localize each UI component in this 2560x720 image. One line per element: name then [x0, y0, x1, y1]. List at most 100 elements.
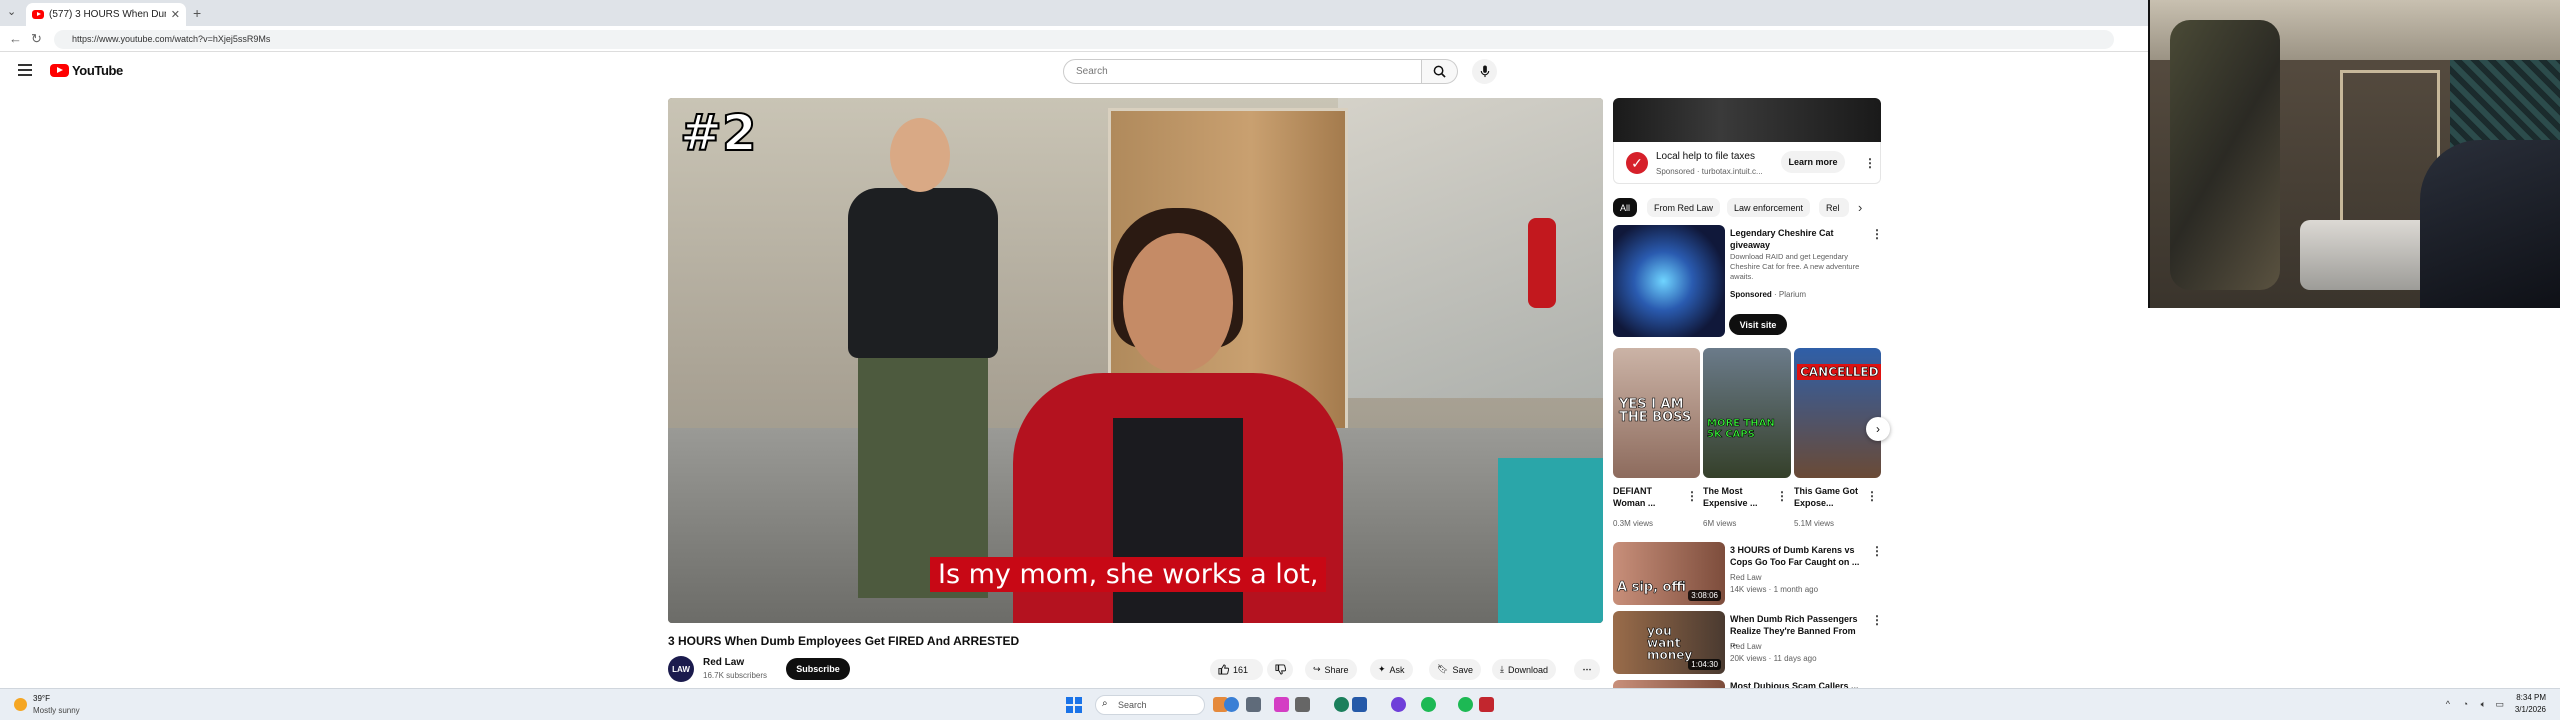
download-button[interactable]: ⤓ Download: [1492, 659, 1557, 680]
store-icon[interactable]: [1352, 697, 1367, 712]
chip-from-red-law[interactable]: From Red Law: [1647, 198, 1721, 217]
browser-tab-bar: ⌄ (577) 3 HOURS When Dumb E ✕ +: [0, 0, 2148, 26]
youtube-logo[interactable]: YouTube: [50, 63, 123, 78]
taskbar: 39°F Mostly sunny Search ⌕ ^ ◔ 🔈︎ ▭ 8:34…: [0, 688, 2560, 720]
search-button[interactable]: [1422, 59, 1458, 84]
share-button[interactable]: ↪ Share: [1305, 659, 1357, 680]
list-item-title-3[interactable]: Most Dubious Scam Callers ...: [1730, 680, 1865, 688]
short-title-2[interactable]: The Most Expensive ...: [1703, 485, 1769, 509]
youtube-favicon-icon: [32, 10, 44, 19]
network-icon[interactable]: ◔: [2463, 699, 2468, 709]
youtube-logo-icon: [50, 64, 69, 77]
thumbs-up-icon: [1218, 664, 1229, 675]
shorts-next-icon[interactable]: ›: [1866, 417, 1890, 441]
like-button[interactable]: 161: [1210, 659, 1263, 680]
video-subtitle: Is my mom, she works a lot,: [930, 557, 1327, 592]
list-item-more-icon-2[interactable]: ⋮: [1871, 614, 1883, 626]
discord-icon[interactable]: [1391, 697, 1406, 712]
weather-temp[interactable]: 39°F: [33, 694, 50, 703]
short-more-icon-2[interactable]: ⋮: [1776, 490, 1788, 502]
checkmark-logo-icon: ✓: [1626, 152, 1648, 174]
promo-more-icon[interactable]: ⋮: [1871, 228, 1883, 240]
save-button[interactable]: 🔖︎ Save: [1429, 659, 1481, 680]
weather-condition[interactable]: Mostly sunny: [33, 706, 80, 715]
short-thumbnail-3[interactable]: CANCELLED: [1794, 348, 1881, 478]
reload-icon[interactable]: ↻: [31, 31, 42, 47]
bookmark-icon: 🔖︎: [1437, 664, 1449, 674]
short-title-3[interactable]: This Game Got Expose...: [1794, 485, 1862, 509]
more-actions-button[interactable]: ⋯: [1574, 659, 1600, 680]
spotify-active-icon[interactable]: [1458, 697, 1473, 712]
ad-banner-image[interactable]: [1613, 98, 1881, 142]
microphone-icon: [1480, 65, 1489, 78]
sponsored-label: Sponsored: [1730, 290, 1772, 299]
tab-title: (577) 3 HOURS When Dumb E: [49, 9, 166, 20]
list-item-meta-1: 14K views · 1 month ago: [1730, 585, 1819, 594]
dislike-button[interactable]: [1267, 659, 1293, 680]
short-thumbnail-2[interactable]: MORE THAN 5K CAPS: [1703, 348, 1791, 478]
list-item-thumbnail-1[interactable]: A sip, offi 3:08:06: [1613, 542, 1725, 605]
promo-thumbnail[interactable]: [1613, 225, 1725, 337]
list-item-thumbnail-3[interactable]: [1613, 680, 1725, 688]
short-title-1[interactable]: DEFIANT Woman ...: [1613, 485, 1679, 509]
channel-name[interactable]: Red Law: [703, 657, 744, 668]
promo-description: Download RAID and get Legendary Cheshire…: [1730, 252, 1860, 281]
battery-icon[interactable]: ▭: [2495, 699, 2504, 710]
volume-icon[interactable]: 🔈︎: [2481, 699, 2486, 710]
visit-site-button[interactable]: Visit site: [1729, 314, 1787, 335]
duration-badge: 1:04:30: [1688, 659, 1721, 670]
list-item-channel-2[interactable]: Red Law: [1730, 641, 1762, 652]
video-overlay-number: #2: [679, 103, 758, 163]
share-icon: ↪: [1313, 664, 1321, 674]
short-more-icon-1[interactable]: ⋮: [1686, 490, 1698, 502]
subscribe-button[interactable]: Subscribe: [786, 658, 850, 680]
duration-badge: 3:08:06: [1688, 590, 1721, 601]
browser-tab-youtube[interactable]: (577) 3 HOURS When Dumb E ✕: [26, 3, 186, 26]
chip-related[interactable]: Rel: [1819, 198, 1849, 217]
clock-date[interactable]: 3/1/2026: [2515, 705, 2546, 714]
copilot-icon[interactable]: [1274, 697, 1289, 712]
taskbar-search[interactable]: Search: [1095, 695, 1205, 715]
url-input[interactable]: https://www.youtube.com/watch?v=hXjej5ss…: [54, 30, 2114, 49]
short-thumbnail-1[interactable]: YES I AM THE BOSS: [1613, 348, 1700, 478]
app-icon[interactable]: [1295, 697, 1310, 712]
video-officer-figure: [818, 118, 1018, 598]
short-more-icon-3[interactable]: ⋮: [1866, 490, 1878, 502]
spotify-icon[interactable]: [1421, 697, 1436, 712]
channel-avatar[interactable]: LAW: [668, 656, 694, 682]
list-item-more-icon-1[interactable]: ⋮: [1871, 545, 1883, 557]
chevron-right-icon[interactable]: ›: [1858, 200, 1862, 215]
ad-sponsor: Sponsored · turbotax.intuit.c...: [1656, 167, 1763, 176]
avatar-icon[interactable]: [1224, 697, 1239, 712]
search-input[interactable]: Search: [1063, 59, 1422, 84]
list-item-channel-1[interactable]: Red Law: [1730, 572, 1762, 583]
clock-time[interactable]: 8:34 PM: [2516, 693, 2546, 702]
chip-law-enforcement[interactable]: Law enforcement: [1727, 198, 1811, 217]
tray-overflow-icon[interactable]: ^: [2446, 699, 2450, 709]
video-title: 3 HOURS When Dumb Employees Get FIRED An…: [668, 634, 1020, 648]
weather-icon[interactable]: [14, 698, 27, 711]
voice-search-button[interactable]: [1472, 59, 1497, 84]
chip-all[interactable]: All: [1613, 198, 1638, 217]
ask-button[interactable]: ✦ Ask: [1370, 659, 1413, 680]
edge-browser-icon[interactable]: [1334, 697, 1349, 712]
sparkle-icon: ✦: [1378, 664, 1386, 674]
tab-close-icon[interactable]: ✕: [171, 8, 180, 21]
video-player[interactable]: #2 Is my mom, she works a lot,: [668, 98, 1603, 623]
promo-title[interactable]: Legendary Cheshire Cat giveaway: [1730, 227, 1860, 251]
windows-start-icon[interactable]: [1066, 697, 1082, 713]
hamburger-menu-icon[interactable]: [18, 64, 32, 76]
learn-more-button[interactable]: Learn more: [1781, 151, 1845, 173]
subscriber-count: 16.7K subscribers: [703, 671, 768, 680]
back-icon[interactable]: ←: [9, 31, 22, 46]
short-views-1: 0.3M views: [1613, 519, 1654, 528]
list-item-title-1[interactable]: 3 HOURS of Dumb Karens vs Cops Go Too Fa…: [1730, 544, 1860, 568]
file-explorer-icon[interactable]: [1246, 697, 1261, 712]
list-item-thumbnail-2[interactable]: you want money 1:04:30: [1613, 611, 1725, 674]
ad-more-icon[interactable]: ⋮: [1864, 157, 1876, 169]
ad-card: ✓ Local help to file taxes Sponsored · t…: [1613, 142, 1881, 184]
recorder-icon[interactable]: [1479, 697, 1494, 712]
new-tab-button[interactable]: +: [193, 5, 201, 21]
tab-list-chevron-icon[interactable]: ⌄: [7, 5, 16, 18]
promo-sponsor: Plarium: [1778, 290, 1807, 299]
